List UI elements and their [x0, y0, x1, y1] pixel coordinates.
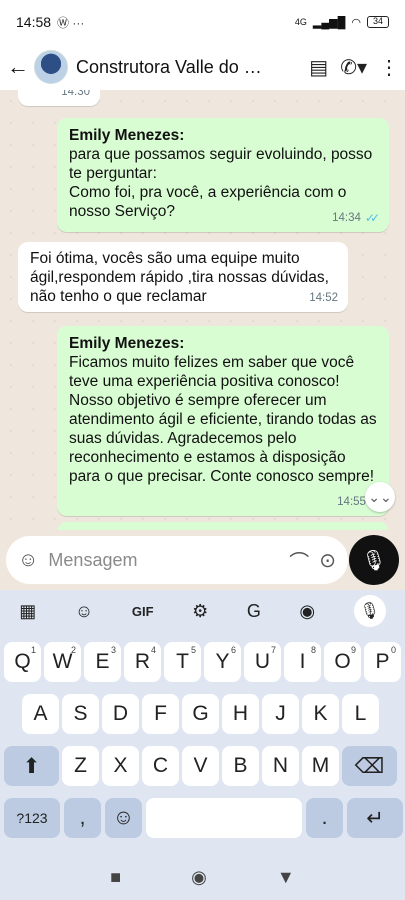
home-icon[interactable]: ◉: [191, 867, 207, 888]
contact-avatar[interactable]: [34, 50, 68, 84]
shift-key-icon[interactable]: ⬆: [4, 746, 59, 786]
attach-icon[interactable]: ⌒: [289, 546, 309, 575]
message-text: Ficamos muito felizes em saber que você …: [69, 354, 377, 485]
key-q[interactable]: Q1: [4, 642, 41, 682]
recents-icon[interactable]: ■: [110, 867, 121, 888]
keyboard-mic-icon[interactable]: 🎙: [353, 595, 386, 627]
sender-name: Emily Menezes:: [69, 335, 185, 352]
key-a[interactable]: A: [22, 694, 59, 734]
voice-record-button[interactable]: 🎙: [349, 535, 399, 585]
backspace-key-icon[interactable]: ⌫: [342, 746, 397, 786]
network-icon: 4G: [294, 17, 307, 27]
status-time: 14:58: [16, 14, 52, 30]
key-t[interactable]: T5: [164, 642, 201, 682]
chat-header: ← Construtora Valle do O... ▤ ✆▾ ⋮: [0, 44, 405, 90]
keyboard-toolbar: ▦ ☺ GIF ⚙ G ◉ 🎙: [0, 590, 405, 632]
key-k[interactable]: K: [302, 694, 339, 734]
scroll-to-bottom-button[interactable]: ⌄⌄: [365, 482, 395, 512]
key-s[interactable]: S: [62, 694, 99, 734]
message-input-field[interactable]: ☺ Mensagem ⌒ ⊙: [6, 536, 348, 584]
sticker-icon[interactable]: ☺: [18, 549, 38, 572]
key-row-4: ?123 , ☺ . ↵: [4, 798, 403, 838]
settings-gear-icon[interactable]: ⚙: [192, 601, 208, 622]
read-receipt-icon: ✓✓: [364, 211, 380, 225]
key-e[interactable]: E3: [84, 642, 121, 682]
notification-icons: Ⓦ ···: [57, 15, 85, 30]
key-row-2: A S D F G H J K L: [22, 694, 379, 734]
wifi-icon: ◠: [351, 16, 361, 29]
key-z[interactable]: Z: [62, 746, 99, 786]
sticker-icon[interactable]: ☺: [75, 601, 93, 622]
gif-button[interactable]: GIF: [132, 604, 154, 619]
period-key[interactable]: .: [306, 798, 343, 838]
key-l[interactable]: L: [342, 694, 379, 734]
message-placeholder[interactable]: Mensagem: [48, 550, 279, 571]
key-h[interactable]: H: [222, 694, 259, 734]
message-bubble-outgoing[interactable]: Emily Menezes: para que possamos seguir …: [57, 118, 389, 232]
call-icon[interactable]: ✆▾: [340, 55, 367, 80]
message-bubble-outgoing-partial: [57, 522, 389, 530]
key-x[interactable]: X: [102, 746, 139, 786]
keyboard: ▦ ☺ GIF ⚙ G ◉ 🎙 Q1 W2 E3 R4 T5 Y6 U7 I8 …: [0, 590, 405, 900]
system-navbar: ■ ◉ ▼: [0, 854, 405, 900]
key-m[interactable]: M: [302, 746, 339, 786]
sender-name: Emily Menezes:: [69, 127, 185, 144]
apps-grid-icon[interactable]: ▦: [19, 601, 36, 622]
palette-icon[interactable]: ◉: [299, 601, 315, 622]
comma-key[interactable]: ,: [64, 798, 101, 838]
partial-message-bubble: 14:30: [18, 90, 100, 106]
chat-area[interactable]: 14:30 Emily Menezes: para que possamos s…: [0, 90, 405, 530]
key-d[interactable]: D: [102, 694, 139, 734]
message-bubble-outgoing[interactable]: Emily Menezes: Ficamos muito felizes em …: [57, 326, 389, 516]
message-input-row: ☺ Mensagem ⌒ ⊙ 🎙: [0, 530, 405, 590]
symbols-key[interactable]: ?123: [4, 798, 60, 838]
key-i[interactable]: I8: [284, 642, 321, 682]
key-u[interactable]: U7: [244, 642, 281, 682]
key-n[interactable]: N: [262, 746, 299, 786]
message-time: 14:34: [332, 212, 361, 224]
message-time: 14:30: [61, 90, 90, 98]
message-time: 14:55: [337, 496, 366, 508]
key-row-1: Q1 W2 E3 R4 T5 Y6 U7 I8 O9 P0: [4, 642, 401, 682]
key-j[interactable]: J: [262, 694, 299, 734]
key-w[interactable]: W2: [44, 642, 81, 682]
key-o[interactable]: O9: [324, 642, 361, 682]
translate-icon[interactable]: G: [247, 601, 261, 622]
message-text: para que possamos seguir evoluindo, poss…: [69, 146, 373, 220]
back-triangle-icon[interactable]: ▼: [277, 867, 295, 888]
key-c[interactable]: C: [142, 746, 179, 786]
enter-key-icon[interactable]: ↵: [347, 798, 403, 838]
store-icon[interactable]: ▤: [309, 55, 328, 80]
key-g[interactable]: G: [182, 694, 219, 734]
message-bubble-incoming[interactable]: Foi ótima, vocês são uma equipe muito ág…: [18, 242, 348, 312]
message-time: 14:52: [309, 292, 338, 304]
back-arrow-icon[interactable]: ←: [6, 54, 30, 80]
key-p[interactable]: P0: [364, 642, 401, 682]
battery-icon: 34: [367, 16, 389, 28]
signal-icon: ▂▄▆█: [312, 16, 346, 29]
more-options-icon[interactable]: ⋮: [379, 55, 399, 80]
status-bar: 14:58 Ⓦ ··· 4G ▂▄▆█ ◠ 34: [0, 0, 405, 44]
key-r[interactable]: R4: [124, 642, 161, 682]
key-f[interactable]: F: [142, 694, 179, 734]
key-b[interactable]: B: [222, 746, 259, 786]
contact-name[interactable]: Construtora Valle do O...: [76, 57, 272, 78]
key-row-3: ⬆ Z X C V B N M ⌫: [4, 746, 397, 786]
key-v[interactable]: V: [182, 746, 219, 786]
space-key[interactable]: [146, 798, 302, 838]
camera-icon[interactable]: ⊙: [319, 548, 336, 573]
emoji-key-icon[interactable]: ☺: [105, 798, 142, 838]
key-y[interactable]: Y6: [204, 642, 241, 682]
message-text: Foi ótima, vocês são uma equipe muito ág…: [30, 250, 329, 305]
